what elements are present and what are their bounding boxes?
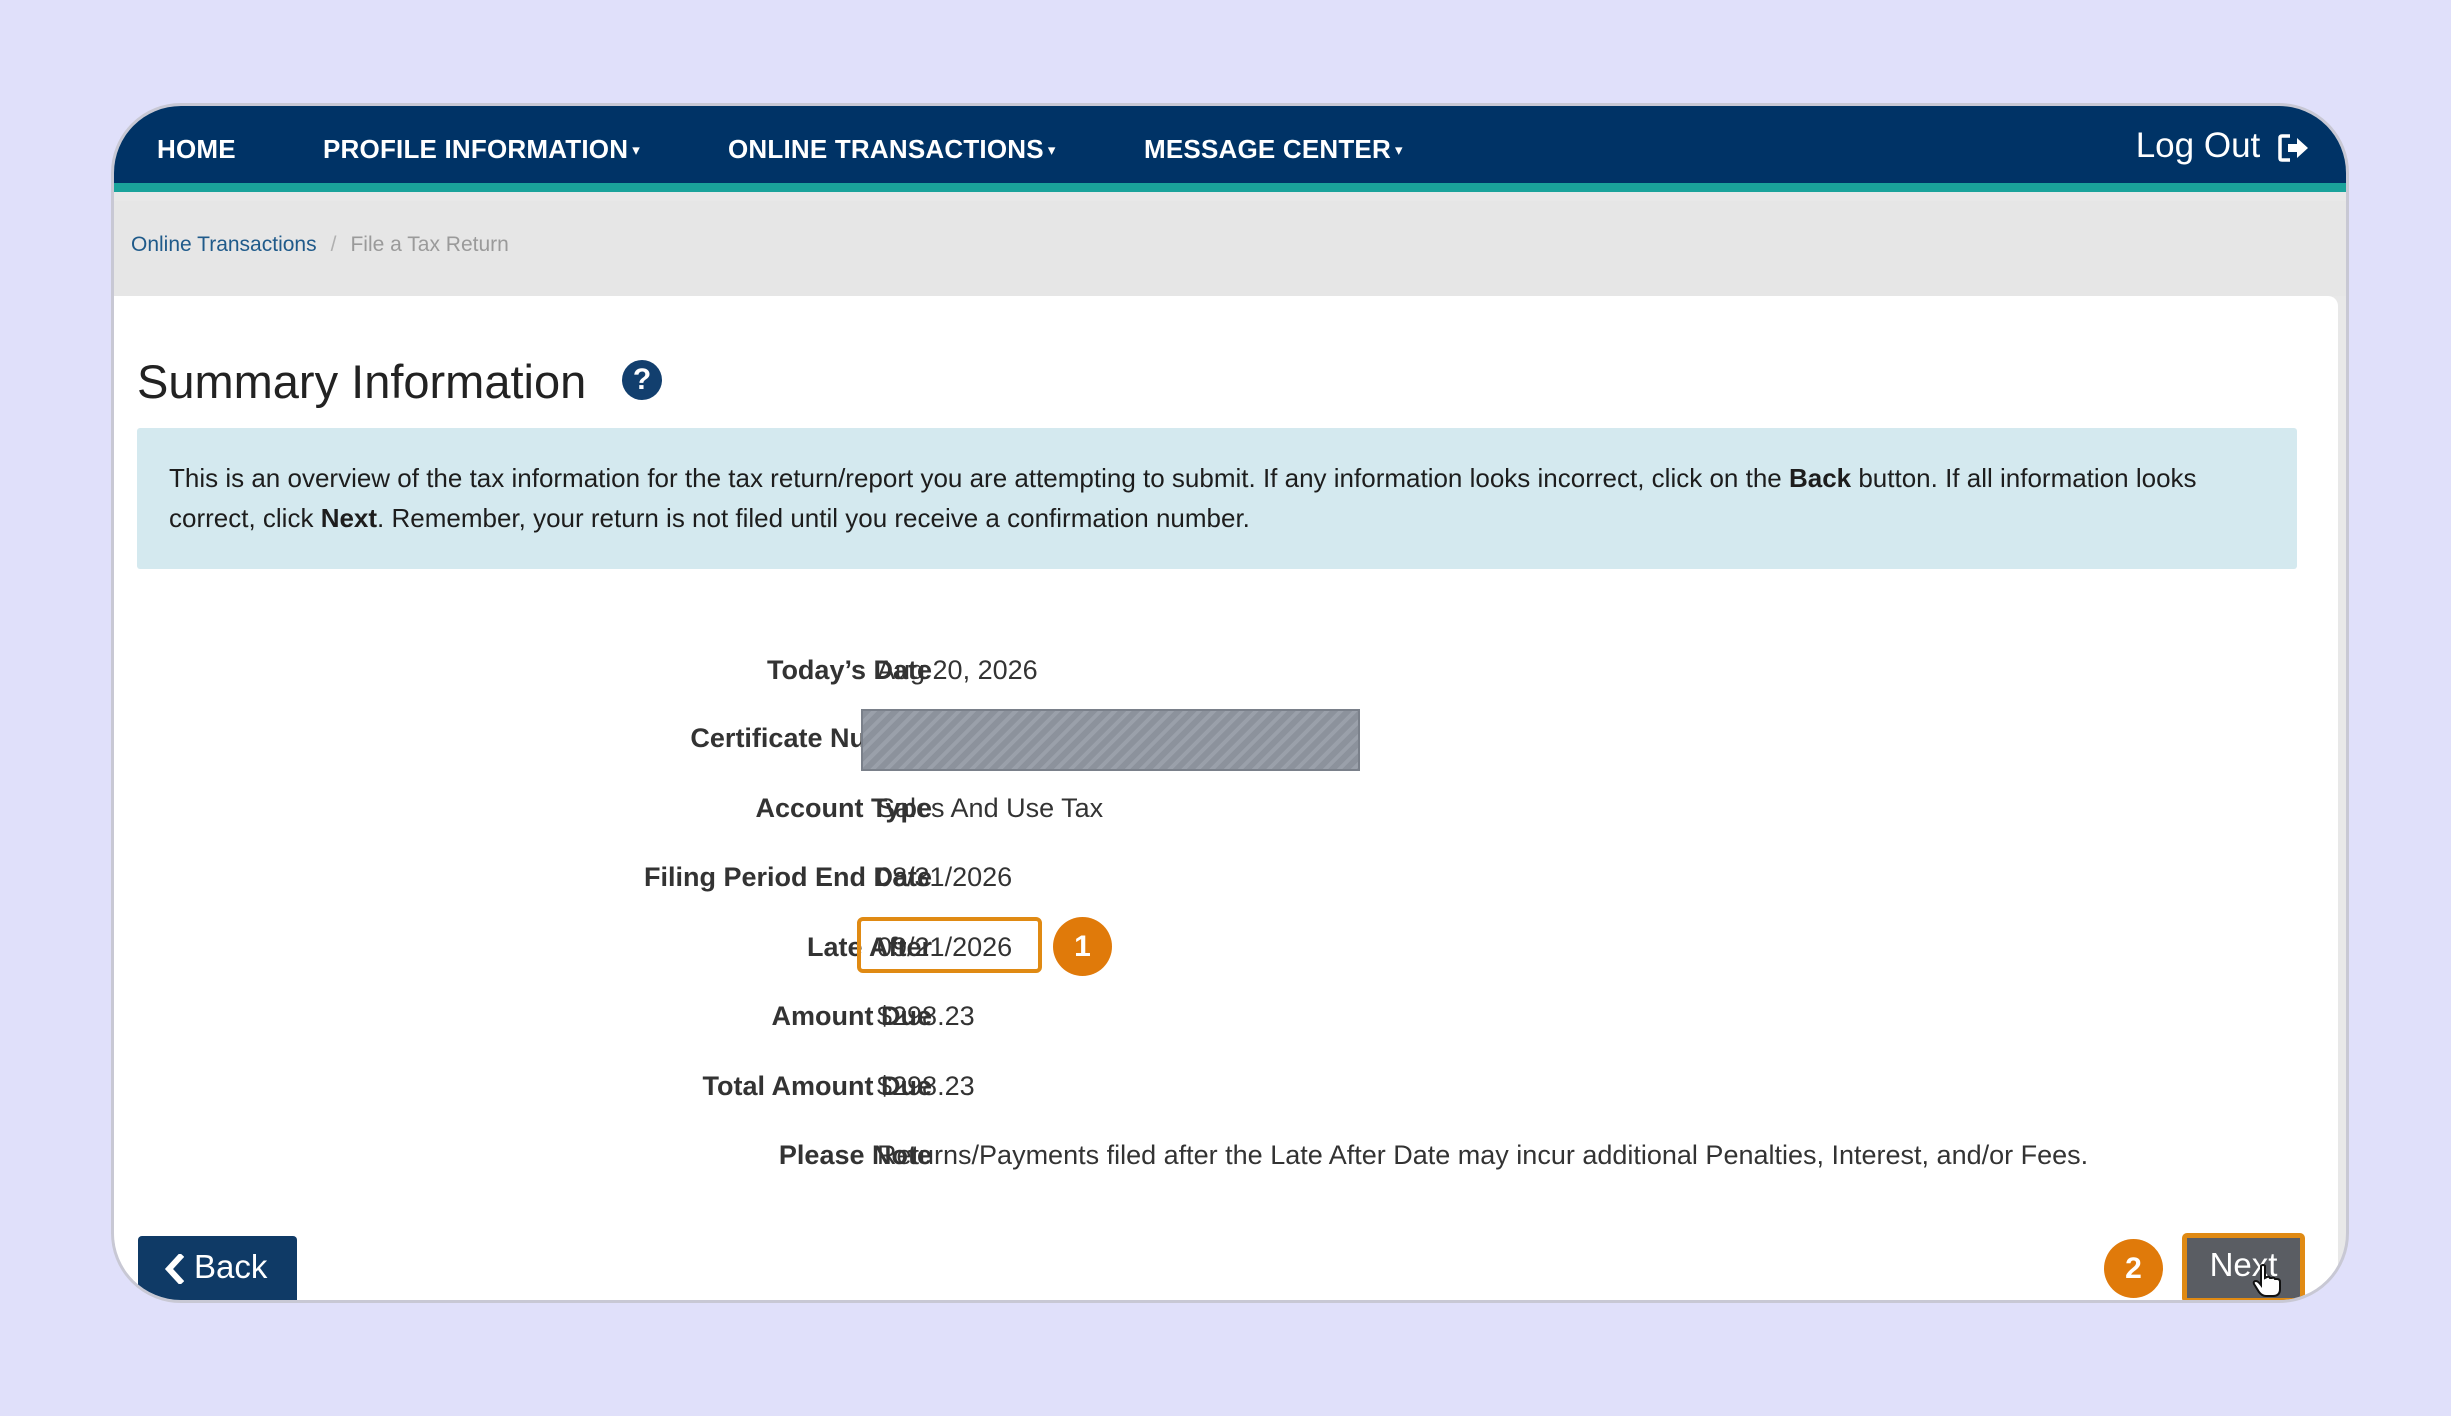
logout-label: Log Out — [2135, 126, 2261, 165]
info-text-3: . Remember, your return is not filed unt… — [377, 503, 1250, 533]
caret-down-icon: ▾ — [1394, 142, 1403, 160]
row-please-note: Please Note Returns/Payments filed after… — [114, 1130, 2314, 1180]
nav-transactions-label: ONLINE TRANSACTIONS — [728, 134, 1044, 164]
breadcrumb-separator: / — [330, 233, 337, 256]
total-amount-due-value: $298.23 — [877, 1071, 975, 1101]
row-amount-due: Amount Due $298.23 — [114, 991, 2314, 1041]
back-button[interactable]: Back — [138, 1236, 297, 1300]
info-alert: This is an overview of the tax informati… — [137, 428, 2297, 569]
account-type-value: Sales And Use Tax — [877, 793, 1104, 823]
nav-home[interactable]: HOME — [157, 106, 236, 192]
hand-pointer-icon — [2252, 1264, 2281, 1297]
row-filing-period: Filing Period End Date 08/31/2026 — [114, 852, 2314, 902]
info-next-word: Next — [320, 503, 378, 533]
page-title: Summary Information — [137, 355, 587, 408]
please-note-value: Returns/Payments filed after the Late Af… — [877, 1140, 2089, 1170]
nav-message-center[interactable]: MESSAGE CENTER ▾ — [1144, 106, 1403, 192]
late-after-value: 09/21/2026 — [877, 932, 1013, 962]
step-badge-1: 1 — [1053, 917, 1112, 976]
filing-period-value: 08/31/2026 — [877, 862, 1013, 892]
nav-online-transactions[interactable]: ONLINE TRANSACTIONS ▾ — [728, 106, 1056, 192]
row-certificate-number: Certificate Number — [114, 709, 2314, 771]
nav-messages-label: MESSAGE CENTER — [1144, 134, 1391, 164]
redacted-certificate-number — [861, 709, 1360, 771]
caret-down-icon: ▾ — [1047, 142, 1056, 160]
app-window: HOME PROFILE INFORMATION ▾ ONLINE TRANSAC… — [111, 103, 2349, 1303]
row-todays-date: Today’s Date Aug 20, 2026 — [114, 645, 2314, 695]
amount-due-value: $298.23 — [877, 1001, 975, 1031]
nav-home-label: HOME — [157, 134, 236, 164]
nav-profile-information[interactable]: PROFILE INFORMATION ▾ — [323, 106, 640, 192]
top-navbar: HOME PROFILE INFORMATION ▾ ONLINE TRANSAC… — [114, 106, 2346, 192]
breadcrumb-bar: Online Transactions / File a Tax Return — [114, 201, 2346, 296]
info-back-word: Back — [1788, 463, 1852, 493]
info-text-1: This is an overview of the tax informati… — [169, 463, 1789, 493]
back-button-label: Back — [194, 1248, 268, 1285]
breadcrumb-current: File a Tax Return — [350, 233, 509, 256]
nav-profile-label: PROFILE INFORMATION — [323, 134, 629, 164]
question-circle-icon[interactable]: ? — [622, 360, 662, 400]
step-badge-2: 2 — [2104, 1239, 2163, 1298]
row-account-type: Account Type Sales And Use Tax — [114, 783, 2314, 833]
breadcrumb-online-transactions[interactable]: Online Transactions — [131, 233, 317, 256]
todays-date-value: Aug 20, 2026 — [877, 655, 1038, 685]
next-button[interactable]: Next — [2182, 1233, 2305, 1300]
row-late-after: Late After 09/21/2026 1 — [114, 917, 2314, 976]
breadcrumb: Online Transactions / File a Tax Return — [131, 233, 509, 257]
logout-link[interactable]: Log Out — [2136, 106, 2310, 192]
chevron-left-icon — [164, 1254, 184, 1285]
content-panel: Summary Information ? This is an overvie… — [114, 296, 2338, 1300]
caret-down-icon: ▾ — [632, 142, 640, 160]
row-total-amount-due: Total Amount Due $298.23 — [114, 1061, 2314, 1111]
sign-out-icon — [2278, 134, 2308, 162]
